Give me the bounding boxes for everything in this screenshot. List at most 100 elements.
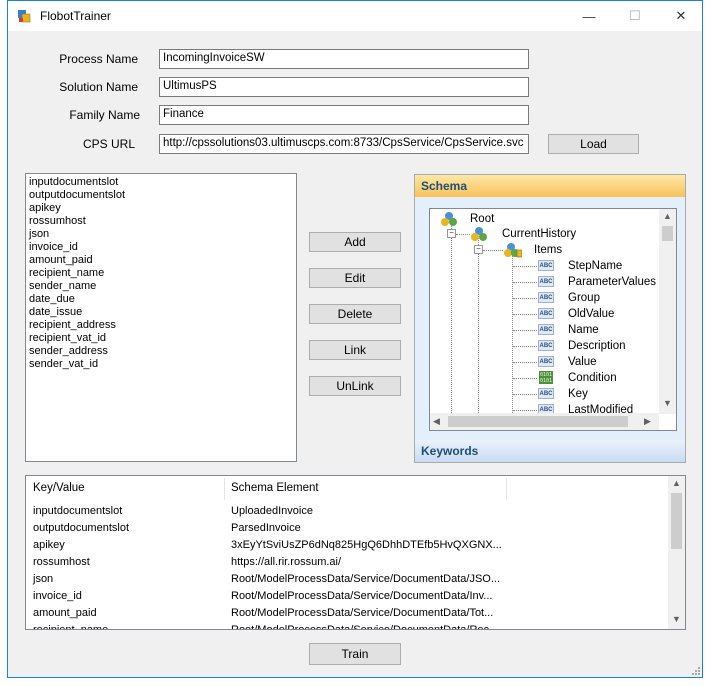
grid-vertical-scrollbar[interactable]: ▲ ▼ bbox=[668, 476, 685, 629]
minimize-button[interactable]: — bbox=[566, 1, 612, 31]
list-item[interactable]: recipient_address bbox=[29, 319, 293, 332]
schema-panel: Schema Root − CurrentHistory − Items ABC… bbox=[414, 174, 686, 463]
table-row[interactable]: inputdocumentslot UploadedInvoice bbox=[26, 503, 666, 519]
process-name-input[interactable]: IncomingInvoiceSW bbox=[159, 49, 529, 69]
column-separator bbox=[506, 478, 507, 500]
unlink-button[interactable]: UnLink bbox=[309, 376, 401, 396]
column-separator bbox=[224, 478, 225, 500]
root-node-icon bbox=[441, 212, 457, 226]
tree-node-root[interactable]: Root bbox=[470, 211, 494, 227]
maximize-button[interactable]: ☐ bbox=[612, 1, 658, 31]
tree-line bbox=[513, 394, 537, 395]
edit-button[interactable]: Edit bbox=[309, 268, 401, 288]
scroll-thumb[interactable] bbox=[448, 416, 628, 427]
schema-tree[interactable]: Root − CurrentHistory − Items ABC StepNa… bbox=[429, 208, 677, 431]
list-item[interactable]: invoice_id bbox=[29, 241, 293, 254]
tree-line bbox=[513, 282, 537, 283]
tree-line bbox=[513, 378, 537, 379]
tree-line bbox=[513, 362, 537, 363]
tree-node-field[interactable]: Group bbox=[568, 290, 600, 306]
list-item[interactable]: sender_address bbox=[29, 345, 293, 358]
tree-line bbox=[513, 410, 537, 411]
tree-node-field[interactable]: ParameterValues bbox=[568, 274, 656, 290]
tree-line bbox=[513, 298, 537, 299]
list-item[interactable]: date_due bbox=[29, 293, 293, 306]
table-row[interactable]: apikey 3xEyYtSviUsZP6dNq825HgQ6DhhDTEfb5H… bbox=[26, 537, 666, 553]
family-name-input[interactable]: Finance bbox=[159, 105, 529, 125]
keywords-header[interactable]: Keywords bbox=[415, 440, 685, 462]
table-row[interactable]: amount_paid Root/ModelProcessData/Service… bbox=[26, 605, 666, 621]
list-item[interactable]: json bbox=[29, 228, 293, 241]
delete-button[interactable]: Delete bbox=[309, 304, 401, 324]
table-row[interactable]: rossumhost https://all.rir.rossum.ai/ bbox=[26, 554, 666, 570]
scroll-thumb[interactable] bbox=[662, 226, 673, 241]
close-button[interactable]: ✕ bbox=[658, 1, 704, 31]
table-row[interactable]: recipient_name Root/ModelProcessData/Serv… bbox=[26, 622, 666, 629]
tree-line bbox=[513, 346, 537, 347]
tree-horizontal-scrollbar[interactable]: ◀ ▶ bbox=[430, 413, 659, 430]
list-item[interactable]: date_issue bbox=[29, 306, 293, 319]
tree-line bbox=[456, 234, 470, 235]
scroll-thumb[interactable] bbox=[671, 493, 682, 549]
solution-name-input[interactable]: UltimusPS bbox=[159, 77, 529, 97]
add-button[interactable]: Add bbox=[309, 232, 401, 252]
string-type-icon: ABC bbox=[538, 276, 554, 287]
scroll-right-icon[interactable]: ▶ bbox=[644, 416, 651, 427]
string-type-icon: ABC bbox=[538, 340, 554, 351]
tree-line bbox=[451, 223, 452, 415]
tree-node-field[interactable]: Condition bbox=[568, 370, 617, 386]
scroll-up-icon[interactable]: ▲ bbox=[663, 211, 672, 221]
tree-node-field[interactable]: Value bbox=[568, 354, 597, 370]
string-type-icon: ABC bbox=[538, 324, 554, 335]
items-node-icon bbox=[504, 243, 522, 258]
scroll-down-icon[interactable]: ▼ bbox=[672, 614, 681, 624]
cps-url-input[interactable]: http://cpssolutions03.ultimuscps.com:873… bbox=[159, 134, 529, 154]
expander-minus-icon[interactable]: − bbox=[474, 245, 483, 254]
list-item[interactable]: inputdocumentslot bbox=[29, 176, 293, 189]
list-item[interactable]: outputdocumentslot bbox=[29, 189, 293, 202]
table-row[interactable]: json Root/ModelProcessData/Service/Docume… bbox=[26, 571, 666, 587]
variable-list[interactable]: inputdocumentslot outputdocumentslot api… bbox=[25, 173, 297, 462]
tree-node-field[interactable]: Description bbox=[568, 338, 626, 354]
schema-header[interactable]: Schema bbox=[415, 175, 685, 197]
tree-node-field[interactable]: Key bbox=[568, 386, 588, 402]
tree-line bbox=[483, 250, 503, 251]
column-header-schema[interactable]: Schema Element bbox=[231, 482, 319, 494]
grid-header: Key/Value Schema Element bbox=[26, 476, 685, 502]
list-item[interactable]: sender_name bbox=[29, 280, 293, 293]
tree-vertical-scrollbar[interactable]: ▲ ▼ bbox=[659, 209, 676, 414]
table-row[interactable]: invoice_id Root/ModelProcessData/Service/… bbox=[26, 588, 666, 604]
title-bar[interactable]: FlobotTrainer — ☐ ✕ bbox=[8, 1, 702, 31]
list-item[interactable]: rossumhost bbox=[29, 215, 293, 228]
column-header-key[interactable]: Key/Value bbox=[33, 482, 85, 494]
tree-node-field[interactable]: StepName bbox=[568, 258, 622, 274]
scroll-up-icon[interactable]: ▲ bbox=[672, 478, 681, 488]
list-item[interactable]: amount_paid bbox=[29, 254, 293, 267]
tree-node-current-history[interactable]: CurrentHistory bbox=[502, 226, 576, 242]
binary-type-icon: 0101 0101 bbox=[539, 371, 553, 384]
scroll-left-icon[interactable]: ◀ bbox=[433, 416, 440, 427]
scroll-down-icon[interactable]: ▼ bbox=[663, 398, 672, 408]
tree-line bbox=[478, 238, 479, 415]
tree-node-field[interactable]: Name bbox=[568, 322, 599, 338]
list-item[interactable]: recipient_name bbox=[29, 267, 293, 280]
history-node-icon bbox=[471, 227, 487, 241]
load-button[interactable]: Load bbox=[548, 134, 639, 154]
list-item[interactable]: apikey bbox=[29, 202, 293, 215]
table-row[interactable]: outputdocumentslot ParsedInvoice bbox=[26, 520, 666, 536]
family-name-label: Family Name bbox=[69, 108, 140, 122]
resize-grip-icon[interactable] bbox=[690, 665, 700, 675]
process-name-label: Process Name bbox=[59, 52, 138, 66]
expander-minus-icon[interactable]: − bbox=[447, 229, 456, 238]
mapping-grid[interactable]: Key/Value Schema Element inputdocumentsl… bbox=[25, 475, 686, 630]
tree-node-items[interactable]: Items bbox=[534, 242, 562, 258]
tree-node-field[interactable]: OldValue bbox=[568, 306, 614, 322]
list-item[interactable]: sender_vat_id bbox=[29, 358, 293, 371]
string-type-icon: ABC bbox=[538, 260, 554, 271]
app-icon bbox=[18, 10, 31, 23]
string-type-icon: ABC bbox=[538, 292, 554, 303]
train-button[interactable]: Train bbox=[309, 643, 401, 665]
link-button[interactable]: Link bbox=[309, 340, 401, 360]
list-item[interactable]: recipient_vat_id bbox=[29, 332, 293, 345]
solution-name-label: Solution Name bbox=[59, 80, 138, 94]
